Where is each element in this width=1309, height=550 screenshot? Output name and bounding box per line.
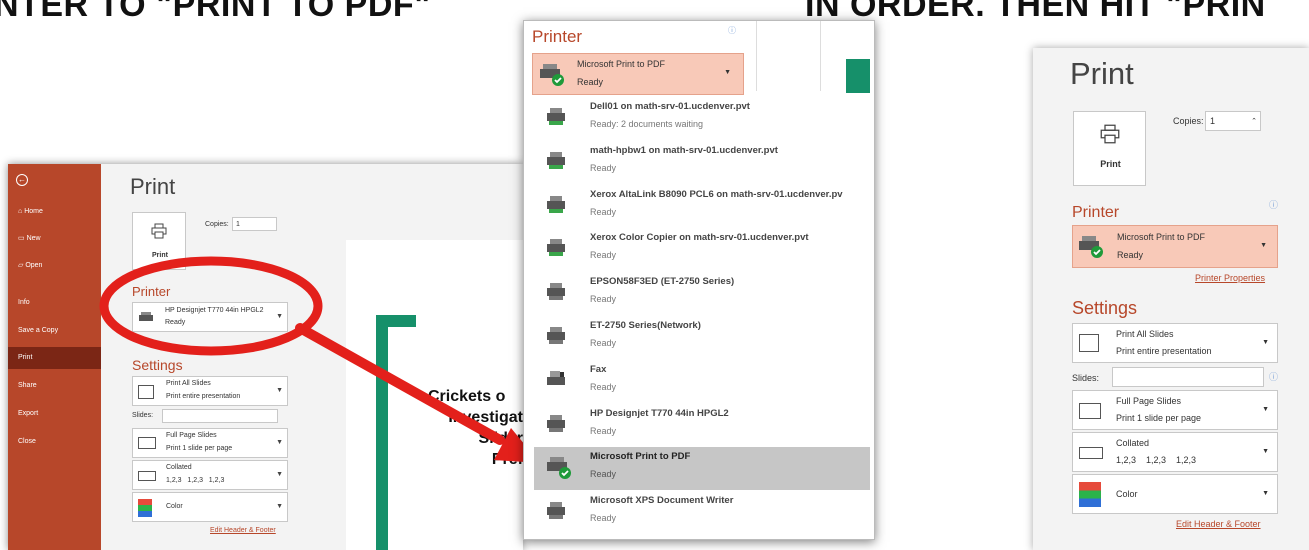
- printer-name: ET-2750 Series(Network): [590, 320, 701, 331]
- printer-name: math-hpbw1 on math-srv-01.ucdenver.pvt: [590, 144, 778, 156]
- printer-name: Microsoft XPS Document Writer: [590, 495, 734, 507]
- printer-name: Dell01 on math-srv-01.ucdenver.pvt: [590, 101, 750, 112]
- highlight-ellipse: [99, 256, 323, 356]
- right-copies-label: Copies:: [1173, 116, 1204, 126]
- right-printer-header: Printer: [1072, 204, 1120, 221]
- pointer-arrow-shaft: [295, 323, 505, 445]
- printer-status: Ready: [590, 162, 617, 173]
- printer-icon: [547, 414, 565, 432]
- printer-icon: [547, 151, 565, 169]
- printer-name: HP Designjet T770 44in HPGL2: [590, 407, 729, 419]
- printer-status: Ready: 2 documents waiting: [590, 119, 704, 129]
- printer-name: Xerox Color Copier on math-srv-01.ucdenv…: [590, 232, 809, 244]
- printer-status: Ready: [590, 425, 617, 436]
- right-setting-print-all-slides[interactable]: Print All Slides Print entire presentati…: [1072, 323, 1278, 363]
- printer-ready-icon: [1079, 236, 1103, 258]
- printer-status: Ready: [590, 381, 617, 392]
- right-printer-select[interactable]: Microsoft Print to PDF Ready ▼: [1072, 225, 1278, 268]
- info-icon[interactable]: ⓘ: [728, 25, 736, 36]
- printer-list-item[interactable]: Microsoft Print to PDF Ready: [534, 447, 870, 491]
- spinner-icon[interactable]: ⌃: [1251, 112, 1257, 131]
- printer-status: Ready: [590, 250, 617, 261]
- slides-icon: [1079, 334, 1099, 352]
- printer-status: Ready: [590, 294, 617, 305]
- chevron-down-icon: ▼: [1262, 339, 1269, 346]
- printer-icon: [547, 502, 565, 520]
- right-setting-full-page-slides[interactable]: Full Page Slides Print 1 slide per page …: [1072, 390, 1278, 430]
- chevron-down-icon: ▼: [1260, 242, 1267, 249]
- printer-icon: [547, 195, 565, 213]
- printer-icon: [547, 239, 565, 257]
- printer-name: Microsoft Print to PDF: [590, 451, 691, 463]
- chevron-down-icon: ▼: [1262, 490, 1269, 497]
- printer-list-item[interactable]: Xerox AltaLink B8090 PCL6 on math-srv-01…: [534, 185, 870, 228]
- right-slides-label: Slides:: [1072, 373, 1100, 383]
- chevron-down-icon: ▼: [1262, 448, 1269, 455]
- right-slides-input[interactable]: [1112, 367, 1264, 387]
- printer-list-item[interactable]: HP Designjet T770 44in HPGL2 Ready: [534, 404, 870, 447]
- printer-list-item[interactable]: Fax Ready: [534, 360, 870, 403]
- page-layout-icon: [1079, 403, 1101, 419]
- printer-icon: [547, 327, 565, 344]
- printer-status: Ready: [590, 338, 617, 348]
- right-setting-collated[interactable]: Collated 1,2,3 1,2,3 1,2,3 ▼: [1072, 432, 1278, 472]
- collated-icon: [1079, 447, 1103, 459]
- printer-name: Fax: [590, 363, 607, 375]
- printer-dropdown: Printer ⓘ Microsoft Print to PDF Ready ▼…: [523, 20, 875, 540]
- printer-list-item[interactable]: Dell01 on math-srv-01.ucdenver.pvt Ready:…: [534, 97, 870, 140]
- info-icon[interactable]: ⓘ: [1269, 370, 1278, 383]
- dropdown-printer-header: Printer: [532, 27, 583, 46]
- printer-status: Ready: [590, 513, 617, 524]
- right-copies-input[interactable]: 1 ⌃: [1205, 111, 1261, 131]
- color-icon: [1079, 482, 1101, 507]
- info-icon[interactable]: ⓘ: [1269, 198, 1278, 211]
- fax-icon: [547, 370, 565, 385]
- printer-list-item[interactable]: math-hpbw1 on math-srv-01.ucdenver.pvt Re…: [534, 141, 870, 184]
- chevron-down-icon: ▼: [1262, 406, 1269, 413]
- printer-list-item[interactable]: Microsoft XPS Document Writer Ready: [534, 491, 870, 534]
- right-edit-header-footer-link[interactable]: Edit Header & Footer: [1176, 519, 1261, 529]
- printer-ready-icon: [540, 64, 564, 86]
- printer-properties-link[interactable]: Printer Properties: [1195, 273, 1265, 283]
- right-settings-header: Settings: [1072, 298, 1138, 318]
- selected-printer-select[interactable]: Microsoft Print to PDF Ready ▼: [532, 53, 744, 95]
- right-setting-color[interactable]: Color ▼: [1072, 474, 1278, 514]
- printer-list-item[interactable]: Xerox Color Copier on math-srv-01.ucdenv…: [534, 228, 870, 271]
- printer-status: Ready: [590, 206, 617, 217]
- printer-name: Xerox AltaLink B8090 PCL6 on math-srv-01…: [590, 188, 843, 200]
- right-print-screenshot: Print Print Copies: 1 ⌃ Printer ⓘ Microso…: [1033, 48, 1309, 550]
- printer-icon: [547, 108, 565, 125]
- printer-name: EPSON58F3ED (ET-2750 Series): [590, 276, 735, 288]
- printer-status: Ready: [590, 469, 617, 480]
- right-print-button[interactable]: Print: [1073, 111, 1146, 186]
- printer-icon: [1100, 124, 1120, 144]
- chevron-down-icon: ▼: [724, 69, 731, 76]
- printer-list-item[interactable]: EPSON58F3ED (ET-2750 Series) Ready: [534, 272, 870, 315]
- printer-list-item[interactable]: ET-2750 Series(Network) Ready: [534, 316, 870, 359]
- right-page-title: Print: [1070, 56, 1134, 91]
- printer-icon: [547, 283, 565, 301]
- printer-ready-icon: [547, 457, 571, 480]
